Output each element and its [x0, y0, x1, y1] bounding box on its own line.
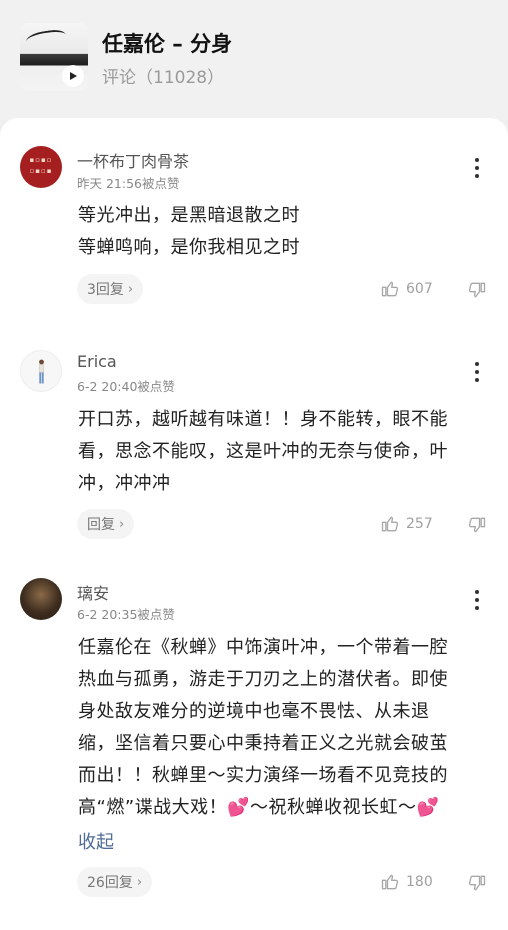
comment-line: 冲，冲冲冲: [78, 473, 171, 494]
avatar[interactable]: [20, 578, 62, 620]
comment-line: 等光冲出，是黑暗退散之时: [78, 205, 300, 226]
comment-line: 开口苏，越听越有味道！！身不能转，眼不能: [78, 409, 448, 430]
comment-meta: 6-2 20:40被点赞: [77, 379, 175, 394]
album-cover[interactable]: [20, 23, 88, 91]
reply-label: 回复: [87, 517, 115, 533]
avatar[interactable]: ▪▫▪▫ ▫▪▫▪: [20, 146, 62, 188]
like-count: 180: [406, 874, 433, 890]
comment-line: 看，思念不能叹，这是叶冲的无奈与使命，叶: [78, 441, 448, 462]
more-icon[interactable]: [468, 360, 486, 384]
song-title: 任嘉伦 – 分身: [102, 32, 233, 56]
username[interactable]: 一杯布丁肉骨茶: [77, 148, 189, 172]
comment-count: 评论（11028）: [102, 68, 225, 88]
reply-button[interactable]: 3回复 ›: [77, 274, 144, 304]
comment-line: 缩，坚信着只要心中秉持着正义之光就会破茧: [78, 733, 448, 754]
comment-line: 身处敌友难分的逆境中也毫不畏怯、从未退: [78, 701, 430, 722]
comments-list: ▪▫▪▫ ▫▪▫▪ 一杯布丁肉骨茶 昨天 21:56被点赞 等光冲出，是黑暗退散之…: [0, 118, 508, 930]
chevron-right-icon: ›: [136, 874, 143, 890]
comment-text: 开口苏，越听越有味道！！身不能转，眼不能 看，思念不能叹，这是叶冲的无奈与使命，…: [78, 404, 488, 500]
like-button[interactable]: 607: [380, 279, 433, 299]
song-header: 任嘉伦 – 分身 评论（11028）: [0, 0, 508, 120]
reply-button[interactable]: 回复 ›: [77, 509, 135, 539]
username[interactable]: Erica: [77, 352, 117, 371]
reply-label: 3回复: [87, 282, 124, 298]
like-button[interactable]: 180: [380, 872, 433, 892]
thumbs-up-icon: [381, 874, 399, 890]
like-count: 607: [406, 281, 433, 297]
thumbs-down-icon[interactable]: [467, 280, 487, 300]
thumbs-down-icon[interactable]: [467, 873, 487, 893]
thumbs-down-icon[interactable]: [467, 515, 487, 535]
thumbs-up-icon: [381, 516, 399, 532]
like-button[interactable]: 257: [380, 514, 433, 534]
thumbs-up-icon: [381, 281, 399, 297]
comment-line: 任嘉伦在《秋蝉》中饰演叶冲，一个带着一腔: [78, 637, 448, 658]
comment-line: 而出！！秋蝉里～实力演绎一场看不见竞技的: [78, 765, 448, 786]
collapse-link[interactable]: 收起: [78, 828, 114, 854]
more-icon[interactable]: [468, 156, 486, 180]
comment-line: 高“燃”谍战大戏！💕～祝秋蝉收视长虹～💕: [78, 797, 440, 818]
comment-line: 等蝉鸣响，是你我相见之时: [78, 237, 300, 258]
username[interactable]: 璃安: [77, 580, 109, 604]
comment-meta: 6-2 20:35被点赞: [77, 607, 175, 622]
like-count: 257: [406, 516, 433, 532]
chevron-right-icon: ›: [119, 516, 125, 532]
comment-line: 热血与孤勇，游走于刀刃之上的潜伏者。即使: [78, 669, 448, 690]
avatar[interactable]: [20, 350, 62, 392]
comment-meta: 昨天 21:56被点赞: [77, 176, 180, 191]
chevron-right-icon: ›: [127, 281, 134, 297]
comment-text: 等光冲出，是黑暗退散之时 等蝉鸣响，是你我相见之时: [78, 200, 488, 264]
reply-button[interactable]: 26回复 ›: [77, 867, 153, 897]
reply-label: 26回复: [87, 875, 133, 891]
more-icon[interactable]: [468, 588, 486, 612]
play-icon[interactable]: [62, 65, 84, 87]
comment-text: 任嘉伦在《秋蝉》中饰演叶冲，一个带着一腔 热血与孤勇，游走于刀刃之上的潜伏者。即…: [78, 632, 488, 824]
